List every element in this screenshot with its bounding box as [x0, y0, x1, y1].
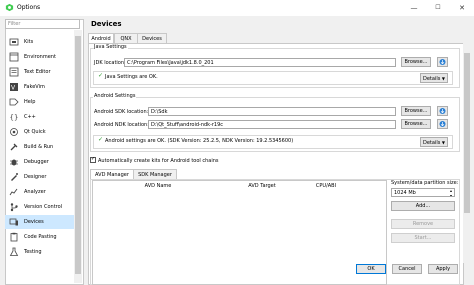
- ndk-browse-button[interactable]: Browse...: [401, 119, 431, 129]
- debugger-icon: [10, 159, 18, 166]
- qt-quick-icon: [10, 128, 18, 136]
- sidebar-scrollbar[interactable]: [74, 30, 82, 283]
- sidebar-item-label: Text Editor: [24, 69, 51, 75]
- close-button[interactable]: ✕: [450, 0, 474, 16]
- code-pasting-icon: [10, 232, 18, 242]
- sidebar-item-text-editor[interactable]: Text Editor: [5, 65, 82, 79]
- sidebar-item-label: Kits: [24, 39, 34, 45]
- window-title: Options: [17, 4, 41, 11]
- download-jdk-icon[interactable]: [437, 57, 448, 67]
- column-header-avd-target[interactable]: AVD Target: [223, 181, 301, 191]
- avd-table[interactable]: AVD Name AVD Target CPU/ABI: [92, 180, 387, 285]
- sidebar-item-analyzer[interactable]: Analyzer: [5, 185, 82, 199]
- java-status-text: Java Settings are OK.: [105, 74, 158, 80]
- jdk-browse-button[interactable]: Browse...: [401, 57, 431, 67]
- sidebar-item-environment[interactable]: Environment: [5, 50, 82, 64]
- dropdown-arrow-icon: ▼: [441, 140, 445, 145]
- android-details-button[interactable]: Details ▼: [420, 137, 448, 147]
- check-icon: ✓: [98, 136, 104, 143]
- version-control-icon: [10, 203, 18, 212]
- panel-scrollbar[interactable]: [463, 43, 471, 263]
- sidebar-item-label: Help: [24, 99, 36, 105]
- svg-text:{}: {}: [10, 114, 19, 122]
- sidebar-item-fakevim[interactable]: V FakeVim: [5, 80, 82, 94]
- java-settings-title: Java Settings: [93, 44, 128, 50]
- android-settings-title: Android Settings: [93, 93, 137, 99]
- help-icon: [9, 98, 19, 106]
- jdk-location-field[interactable]: C:\Program Files\Java\jdk1.8.0_201: [124, 58, 396, 67]
- sidebar-item-label: Version Control: [24, 204, 63, 210]
- devices-icon: [9, 218, 18, 226]
- environment-icon: [9, 52, 19, 62]
- download-sdk-icon[interactable]: [437, 106, 448, 116]
- sidebar-item-devices[interactable]: Devices: [5, 215, 82, 229]
- sidebar-item-code-pasting[interactable]: Code Pasting: [5, 230, 82, 244]
- sidebar-item-cpp[interactable]: {} C++: [5, 110, 82, 124]
- build-run-icon: [10, 143, 18, 151]
- ok-button[interactable]: OK: [356, 264, 386, 274]
- sidebar-item-build-run[interactable]: Build & Run: [5, 140, 82, 154]
- cancel-button[interactable]: Cancel: [392, 264, 422, 274]
- sdk-location-label: Android SDK location:: [94, 109, 149, 115]
- scrollbar-thumb[interactable]: [75, 36, 81, 274]
- sidebar-item-label: FakeVim: [24, 84, 45, 90]
- sidebar-item-debugger[interactable]: Debugger: [5, 155, 82, 169]
- add-avd-button[interactable]: Add...: [391, 201, 455, 211]
- column-header-cpu-abi[interactable]: CPU/ABI: [301, 181, 351, 191]
- sidebar-item-qt-quick[interactable]: Qt Quick: [5, 125, 82, 139]
- spin-arrows-icon: ▴ ▾: [449, 188, 452, 197]
- sdk-location-field[interactable]: D:\Sdk: [148, 107, 396, 116]
- analyzer-icon: [9, 188, 18, 196]
- column-header-avd-name[interactable]: AVD Name: [93, 181, 223, 191]
- sidebar-item-label: C++: [24, 114, 36, 120]
- jdk-location-label: JDK location:: [94, 60, 126, 66]
- sidebar-item-label: Analyzer: [24, 189, 46, 195]
- sidebar-item-label: Environment: [24, 54, 56, 60]
- android-status-text: Android settings are OK. (SDK Version: 2…: [105, 138, 294, 144]
- sidebar-item-designer[interactable]: Designer: [5, 170, 82, 184]
- fakevim-icon: V: [10, 83, 18, 92]
- sdk-browse-button[interactable]: Browse...: [401, 106, 431, 116]
- designer-icon: [11, 173, 18, 181]
- partition-size-spinbox[interactable]: 1024 Mb ▴ ▾: [391, 188, 455, 197]
- sidebar-item-kits[interactable]: Kits: [5, 35, 82, 49]
- auto-create-kits-label: Automatically create kits for Android to…: [98, 158, 219, 164]
- maximize-button[interactable]: ☐: [426, 0, 450, 16]
- testing-icon: [9, 247, 19, 256]
- sidebar-item-label: Devices: [24, 219, 44, 225]
- sidebar-item-label: Testing: [24, 249, 42, 255]
- qt-creator-icon: [5, 3, 14, 12]
- scrollbar-thumb[interactable]: [464, 53, 470, 213]
- partition-size-label: System/data partition size:: [391, 180, 459, 186]
- sidebar-item-label: Code Pasting: [24, 234, 57, 240]
- sidebar-item-version-control[interactable]: Version Control: [5, 200, 82, 214]
- auto-create-kits-checkbox[interactable]: ✓: [90, 156, 96, 163]
- sidebar-item-label: Build & Run: [24, 144, 54, 150]
- ndk-location-field[interactable]: D:\Qt_Stuff\android-ndk-r19c: [148, 120, 396, 129]
- check-icon: ✓: [98, 72, 104, 79]
- remove-avd-button[interactable]: Remove: [391, 219, 455, 229]
- dropdown-arrow-icon: ▼: [441, 76, 445, 81]
- java-details-button[interactable]: Details ▼: [420, 73, 448, 83]
- start-avd-button[interactable]: Start...: [391, 233, 455, 243]
- sidebar-item-label: Designer: [24, 174, 47, 180]
- sidebar-item-label: Debugger: [24, 159, 49, 165]
- cpp-icon: {}: [10, 114, 19, 122]
- page-title: Devices: [91, 20, 122, 28]
- ndk-location-label: Android NDK location:: [94, 122, 149, 128]
- title-bar: Options — ☐ ✕: [0, 0, 474, 16]
- sidebar-item-help[interactable]: Help: [5, 95, 82, 109]
- text-editor-icon: [9, 67, 19, 77]
- sidebar-item-testing[interactable]: Testing: [5, 245, 82, 259]
- kits-icon: [9, 38, 19, 46]
- sidebar-item-label: Qt Quick: [24, 129, 46, 135]
- download-ndk-icon[interactable]: [437, 119, 448, 129]
- apply-button[interactable]: Apply: [428, 264, 458, 274]
- filter-input[interactable]: Filter: [5, 19, 80, 29]
- minimize-button[interactable]: —: [402, 0, 426, 16]
